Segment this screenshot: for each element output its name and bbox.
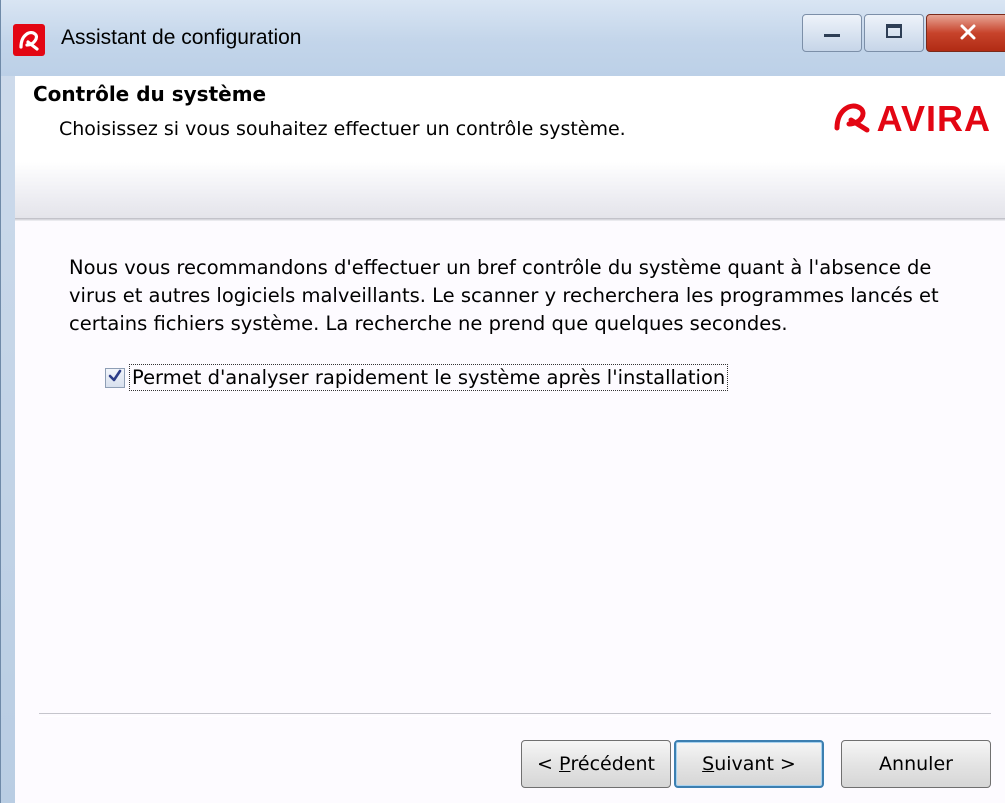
avira-logo-icon [13,24,45,56]
avira-logo-text: AVIRA [876,98,991,139]
back-button-label: récédent [570,753,655,775]
quick-scan-label[interactable]: Permet d'analyser rapidement le système … [128,364,729,391]
minimize-button[interactable] [802,14,862,52]
description-text: Nous vous recommandons d'effectuer un br… [69,256,939,335]
window-title: Assistant de configuration [61,26,302,49]
avira-umbrella-icon [833,100,873,138]
checkmark-icon [108,368,122,387]
maximize-icon [885,23,903,43]
cancel-button[interactable]: Annuler [841,740,991,788]
close-icon [959,21,977,45]
back-button-accel: P [559,753,571,775]
back-button-prefix: < [537,753,560,775]
header-gradient [15,162,1005,218]
page-title: Contrôle du système [33,82,267,106]
quick-scan-option[interactable]: Permet d'analyser rapidement le système … [105,364,729,391]
footer-separator [39,713,991,717]
setup-wizard-window: Assistant de configuration Contrôle du s… [0,0,1005,803]
next-button-accel: S [702,753,715,775]
page-subtitle: Choisissez si vous souhaitez effectuer u… [59,118,626,140]
minimize-icon [822,24,842,43]
maximize-button[interactable] [864,14,924,52]
cancel-button-label: Annuler [879,753,953,775]
close-button[interactable] [926,14,1005,52]
next-button[interactable]: Suivant > [674,740,824,788]
quick-scan-checkbox[interactable] [105,367,125,388]
avira-brand-logo: AVIRA [833,98,991,140]
next-button-label: uivant > [714,753,796,775]
title-bar[interactable]: Assistant de configuration [1,0,1005,76]
caption-buttons [800,14,1005,54]
back-button[interactable]: < Précédent [521,740,671,788]
